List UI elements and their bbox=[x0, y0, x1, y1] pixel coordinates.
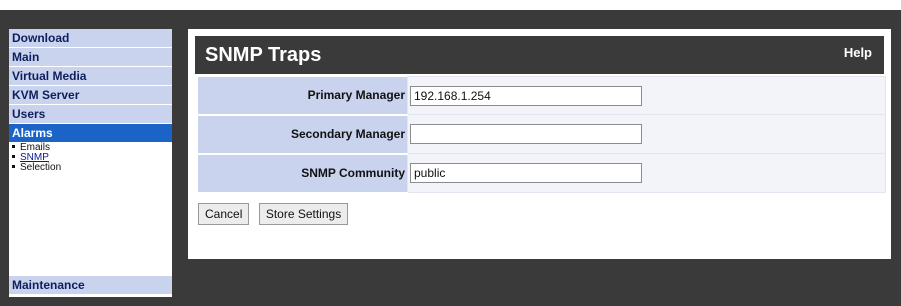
button-row: Cancel Store Settings bbox=[198, 203, 353, 225]
subnav-item-selection[interactable]: Selection bbox=[12, 163, 172, 173]
table-row: Secondary Manager bbox=[198, 114, 886, 155]
page-title: SNMP Traps bbox=[205, 44, 322, 66]
primary-manager-input[interactable] bbox=[410, 85, 642, 106]
sidebar-item-alarms[interactable]: Alarms bbox=[9, 124, 172, 143]
table-row: Primary Manager bbox=[198, 76, 886, 116]
table-row: SNMP Community bbox=[198, 153, 886, 194]
help-link[interactable]: Help bbox=[844, 45, 872, 60]
primary-manager-label: Primary Manager bbox=[198, 76, 408, 116]
snmp-community-label: SNMP Community bbox=[198, 153, 408, 194]
bullet-icon bbox=[12, 144, 15, 148]
sidebar-item-users[interactable]: Users bbox=[9, 105, 172, 124]
sidebar: Download Main Virtual Media KVM Server U… bbox=[9, 29, 172, 297]
main-panel: SNMP Traps Help Primary Manager Secondar… bbox=[188, 29, 891, 259]
bullet-icon bbox=[12, 164, 15, 168]
store-settings-button[interactable]: Store Settings bbox=[258, 203, 349, 225]
secondary-manager-label: Secondary Manager bbox=[198, 114, 408, 155]
sidebar-item-main[interactable]: Main bbox=[9, 48, 172, 67]
primary-manager-cell bbox=[407, 76, 886, 115]
cancel-button[interactable]: Cancel bbox=[198, 203, 250, 225]
snmp-community-input[interactable] bbox=[410, 163, 642, 183]
settings-table: Primary Manager Secondary Manager SNMP C… bbox=[198, 76, 886, 194]
snmp-community-cell bbox=[407, 153, 886, 193]
secondary-manager-cell bbox=[407, 114, 886, 154]
bullet-icon bbox=[12, 154, 15, 158]
sidebar-item-virtual-media[interactable]: Virtual Media bbox=[9, 67, 172, 86]
sidebar-item-kvm-server[interactable]: KVM Server bbox=[9, 86, 172, 105]
sidebar-item-download[interactable]: Download bbox=[9, 29, 172, 48]
page-frame: Download Main Virtual Media KVM Server U… bbox=[0, 0, 901, 306]
title-bar: SNMP Traps Help bbox=[195, 36, 884, 74]
alarms-subnav: Emails SNMP Selection bbox=[9, 143, 172, 173]
sidebar-item-maintenance[interactable]: Maintenance bbox=[9, 276, 172, 295]
subnav-label[interactable]: Selection bbox=[20, 162, 61, 173]
secondary-manager-input[interactable] bbox=[410, 124, 642, 144]
